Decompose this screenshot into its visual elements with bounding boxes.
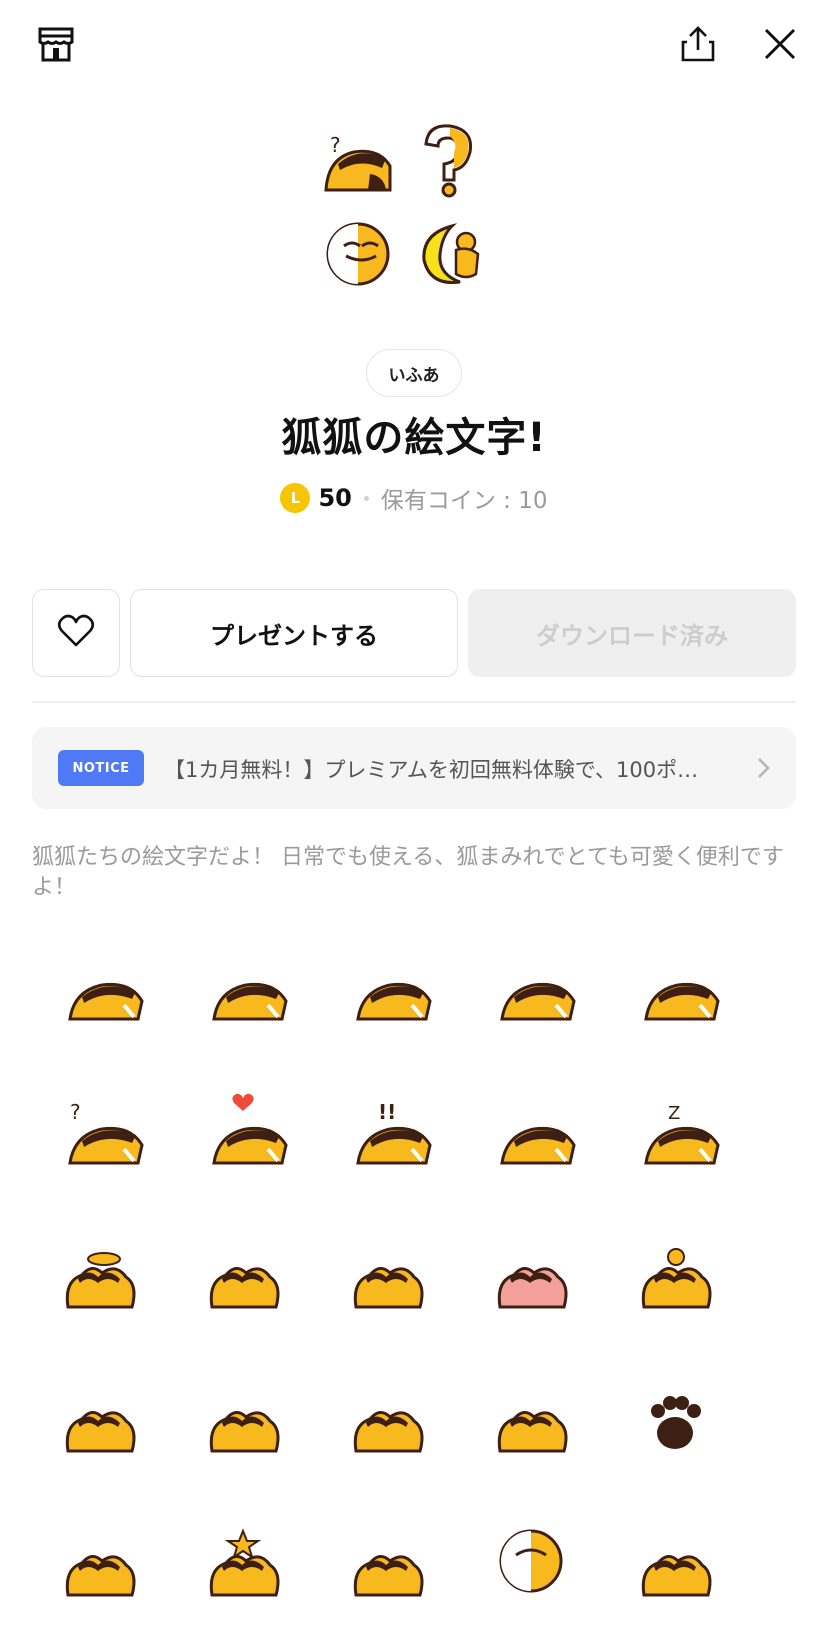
description: 狐狐たちの絵文字だよ！ 日常でも使える、狐まみれでとても可愛く便利ですよ！ xyxy=(32,845,784,900)
author-tag[interactable]: いふあ xyxy=(366,349,462,397)
emoji-fox-idea[interactable] xyxy=(620,1223,730,1333)
emoji-fox-sleep[interactable]: Z xyxy=(620,1079,730,1189)
svg-text:!!: !! xyxy=(378,1100,396,1124)
emoji-fox-angry[interactable] xyxy=(476,1079,586,1189)
emoji-fox-paw[interactable] xyxy=(620,1367,730,1477)
separator-dot xyxy=(363,495,369,501)
share-icon[interactable] xyxy=(678,24,718,64)
price-row: L 50 保有コイン : 10 xyxy=(0,478,828,518)
svg-text:?: ? xyxy=(70,1100,81,1124)
top-bar xyxy=(0,0,828,90)
svg-text:Z: Z xyxy=(668,1103,680,1124)
emoji-fox-tired[interactable] xyxy=(620,935,730,1045)
emoji-fox-round[interactable] xyxy=(44,1511,154,1621)
emoji-fox-cry[interactable] xyxy=(332,1223,442,1333)
line-coin-icon: L xyxy=(280,483,311,513)
hero-preview: ? xyxy=(324,122,504,302)
emoji-fox-wink[interactable] xyxy=(188,935,298,1045)
emoji-fox-happy[interactable] xyxy=(332,1511,442,1621)
notice-text: 【1カ月無料！】プレミアムを初回無料体験で、100ポ… xyxy=(164,758,699,782)
notice-badge: NOTICE xyxy=(58,750,144,786)
emoji-fox-star[interactable] xyxy=(188,1511,298,1621)
heart-icon xyxy=(56,611,96,655)
emoji-fox-devil[interactable] xyxy=(188,1223,298,1333)
price-amount: 50 xyxy=(318,484,352,512)
emoji-fox-dots[interactable] xyxy=(332,935,442,1045)
page-title: 狐狐の絵文字! xyxy=(281,415,547,461)
close-icon[interactable] xyxy=(760,24,800,64)
coin-balance: 保有コイン : 10 xyxy=(380,488,548,514)
emoji-fox-love[interactable] xyxy=(188,1079,298,1189)
download-button[interactable]: ダウンロード済み xyxy=(468,589,796,677)
emoji-fox-grumpy[interactable] xyxy=(476,935,586,1045)
emoji-fox-ball[interactable] xyxy=(476,1511,586,1621)
emoji-fox-angel[interactable] xyxy=(44,1223,154,1333)
emoji-fox-question[interactable]: ? xyxy=(44,1079,154,1189)
divider xyxy=(32,701,796,703)
emoji-fox-shine[interactable] xyxy=(476,1367,586,1477)
emoji-fox-sob[interactable] xyxy=(44,1367,154,1477)
shop-icon[interactable] xyxy=(36,24,76,64)
emoji-fox-peek[interactable] xyxy=(44,935,154,1045)
chevron-right-icon xyxy=(748,753,778,783)
gift-button[interactable]: プレゼントする xyxy=(130,589,458,677)
emoji-fox-blush[interactable] xyxy=(188,1367,298,1477)
hero-emoji-image: ? xyxy=(324,124,480,286)
emoji-fox-sweat[interactable] xyxy=(332,1367,442,1477)
emoji-fox-blush-pink[interactable] xyxy=(476,1223,586,1333)
notice-banner[interactable]: NOTICE 【1カ月無料！】プレミアムを初回無料体験で、100ポ… xyxy=(32,727,796,809)
emoji-fox-exclaim[interactable]: !! xyxy=(332,1079,442,1189)
like-button[interactable] xyxy=(32,589,120,677)
emoji-fox-big[interactable] xyxy=(620,1511,730,1621)
svg-text:?: ? xyxy=(330,133,341,157)
